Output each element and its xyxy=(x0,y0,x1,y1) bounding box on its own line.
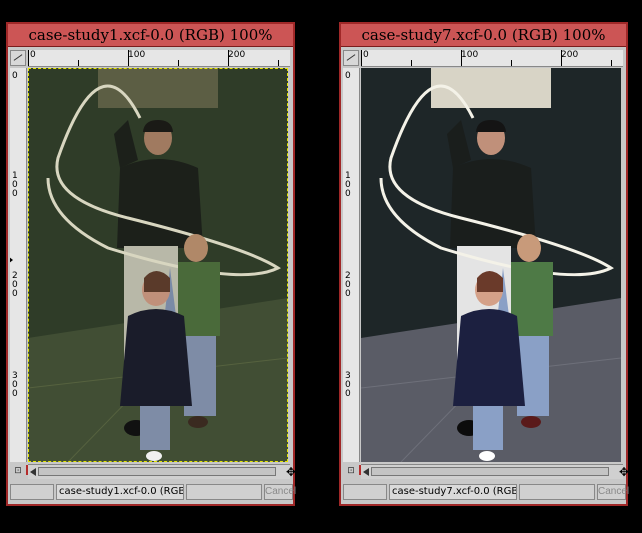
ruler-label: 200 xyxy=(12,271,18,299)
scroll-left-icon[interactable] xyxy=(30,468,36,476)
ruler-label: 0 xyxy=(12,71,18,81)
horizontal-ruler[interactable]: 0 100 200 xyxy=(28,50,290,67)
image-canvas[interactable] xyxy=(28,68,288,462)
horizontal-ruler[interactable]: 0 100 200 xyxy=(361,50,623,67)
ruler-corner-menu-button[interactable] xyxy=(10,50,26,66)
ruler-label: 0 xyxy=(30,50,36,60)
cancel-button[interactable]: Cancel xyxy=(264,484,296,500)
window-title[interactable]: case-study7.xcf-0.0 (RGB) 100% xyxy=(341,24,626,47)
ruler-label: 100 xyxy=(128,50,146,60)
ruler-label: 300 xyxy=(12,371,18,399)
unit-field[interactable] xyxy=(343,484,387,500)
ruler-label: 200 xyxy=(228,50,246,60)
progress-bar xyxy=(519,484,595,500)
status-text: case-study7.xcf-0.0 (RGB xyxy=(389,484,517,500)
ruler-label: 100 xyxy=(12,171,18,199)
cancel-button[interactable]: Cancel xyxy=(597,484,629,500)
status-bar: case-study1.xcf-0.0 (RGB Cancel xyxy=(10,482,296,502)
scroll-left-icon[interactable] xyxy=(363,468,369,476)
window-title[interactable]: case-study1.xcf-0.0 (RGB) 100% xyxy=(8,24,293,47)
ruler-corner-menu-button[interactable] xyxy=(343,50,359,66)
unit-field[interactable] xyxy=(10,484,54,500)
ruler-label: 0 xyxy=(345,71,351,81)
horizontal-scrollbar[interactable]: ✥ xyxy=(361,464,629,479)
image-window-2[interactable]: case-study7.xcf-0.0 (RGB) 100% 0 100 200… xyxy=(339,22,629,506)
horizontal-scrollbar[interactable]: ✥ xyxy=(28,464,296,479)
vertical-ruler[interactable]: 0 100 200 300 xyxy=(343,68,360,462)
navigate-icon[interactable]: ✥ xyxy=(619,465,629,479)
status-text: case-study1.xcf-0.0 (RGB xyxy=(56,484,184,500)
ruler-label: 100 xyxy=(345,171,351,199)
status-bar: case-study7.xcf-0.0 (RGB Cancel xyxy=(343,482,629,502)
photo-image xyxy=(361,68,621,462)
ruler-pointer-marker xyxy=(10,256,13,264)
ruler-label: 0 xyxy=(363,50,369,60)
progress-bar xyxy=(186,484,262,500)
ruler-label: 200 xyxy=(561,50,579,60)
vertical-ruler[interactable]: 0 100 200 300 xyxy=(10,68,27,462)
navigate-icon[interactable]: ✥ xyxy=(286,465,296,479)
image-window-1[interactable]: case-study1.xcf-0.0 (RGB) 100% 0 100 200… xyxy=(6,22,296,506)
image-canvas[interactable] xyxy=(361,68,621,462)
ruler-label: 100 xyxy=(461,50,479,60)
quick-mask-icon[interactable]: ⊡ xyxy=(343,464,359,478)
scrollbar-thumb[interactable] xyxy=(38,467,276,476)
photo-image xyxy=(28,68,288,462)
quick-mask-icon[interactable]: ⊡ xyxy=(10,464,26,478)
ruler-label: 300 xyxy=(345,371,351,399)
ruler-label: 200 xyxy=(345,271,351,299)
scrollbar-thumb[interactable] xyxy=(371,467,609,476)
